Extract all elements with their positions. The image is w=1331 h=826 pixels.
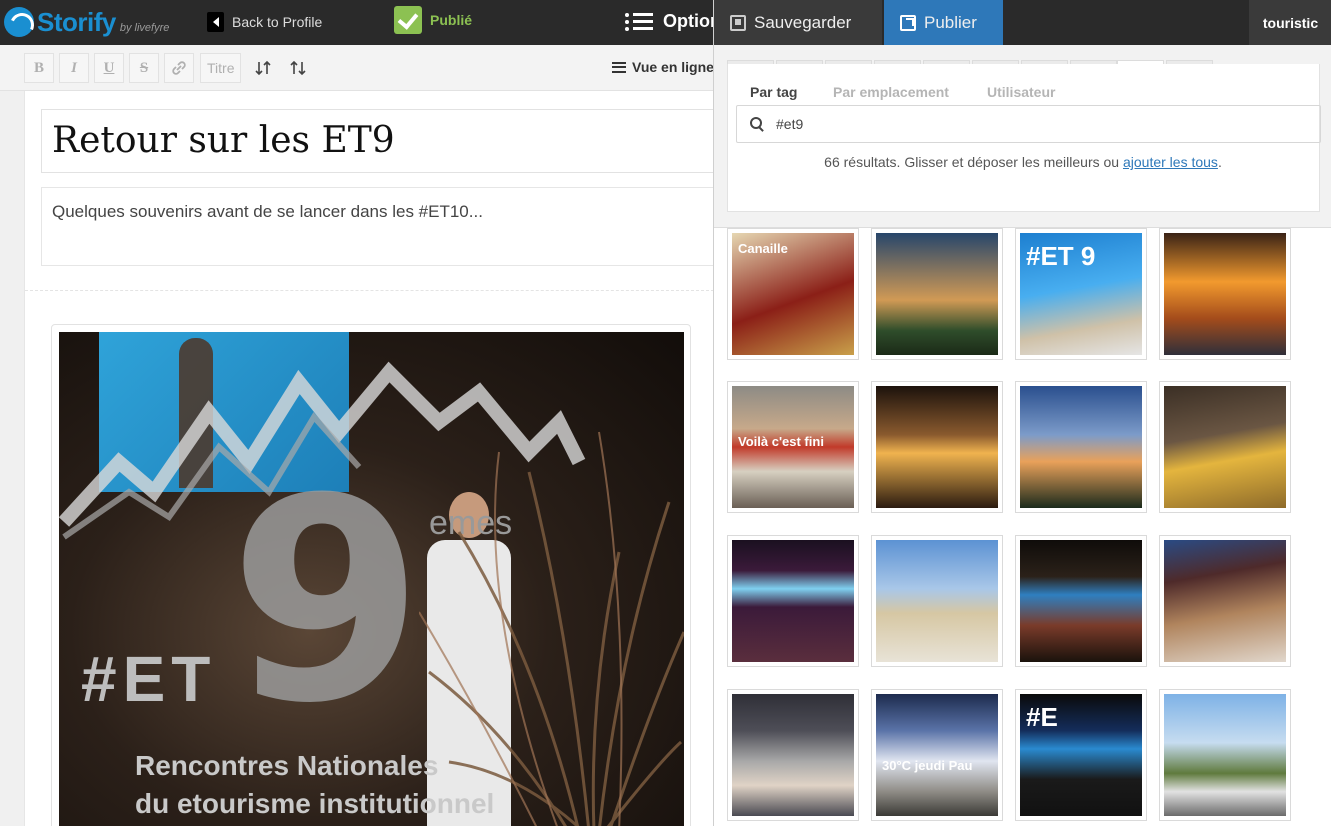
thumbnail-image: Voilà c'est fini — [732, 386, 854, 508]
thumbnail-image — [876, 540, 998, 662]
search-input-box[interactable] — [736, 105, 1321, 143]
thumbnail-image — [876, 233, 998, 355]
subtab-by-location[interactable]: Par emplacement — [833, 84, 949, 100]
instagram-result-thumbnail[interactable]: Canaille — [727, 228, 859, 360]
thumbnail-caption: Canaille — [738, 241, 788, 256]
instagram-result-thumbnail[interactable] — [1159, 535, 1291, 667]
story-title-field[interactable]: Retour sur les ET9 — [41, 109, 714, 173]
sort-arrows-reverse-icon — [290, 60, 306, 76]
instagram-result-thumbnail[interactable] — [1015, 381, 1147, 513]
story-photo: 9 emes #ET Rencontres Nationales du etou… — [59, 332, 684, 826]
inline-view-label: Vue en ligne — [632, 59, 714, 75]
published-label: Publié — [430, 12, 473, 28]
list-menu-icon — [625, 12, 653, 31]
instagram-result-thumbnail[interactable] — [871, 228, 1003, 360]
publish-tab-label: Publier — [924, 12, 977, 32]
thumbnail-caption: #ET 9 — [1026, 241, 1096, 271]
lines-icon — [612, 61, 626, 73]
results-summary: 66 résultats. Glisser et déposer les mei… — [714, 154, 1331, 170]
instagram-result-thumbnail[interactable]: #ET 9 — [1015, 228, 1147, 360]
back-to-profile-link[interactable]: Back to Profile — [207, 12, 322, 32]
strikethrough-button[interactable]: S — [129, 53, 159, 83]
link-button[interactable] — [164, 53, 194, 83]
panel-tabs: Sauvegarder Publier touristic — [714, 0, 1331, 45]
results-count-text: 66 résultats. Glisser et déposer les mei… — [824, 154, 1123, 170]
storify-logo-icon — [4, 7, 34, 37]
instagram-result-thumbnail[interactable] — [1159, 689, 1291, 821]
instagram-result-thumbnail[interactable] — [871, 381, 1003, 513]
thumbnail-image — [876, 386, 998, 508]
thumbnail-image: #ET 9 — [1020, 233, 1142, 355]
editor-divider — [25, 290, 714, 291]
thumbnail-image — [1020, 540, 1142, 662]
search-icon — [750, 117, 764, 131]
add-all-link[interactable]: ajouter les tous — [1123, 154, 1218, 170]
save-tab-label: Sauvegarder — [754, 12, 852, 32]
instagram-result-thumbnail[interactable]: 30°C jeudi Pau — [871, 689, 1003, 821]
user-account-button[interactable]: touristic — [1249, 0, 1331, 45]
photo-et-text: #ET — [81, 643, 217, 715]
italic-button[interactable]: I — [59, 53, 89, 83]
story-element-card[interactable]: 9 emes #ET Rencontres Nationales du etou… — [51, 324, 691, 826]
media-panel: Sauvegarder Publier touristic + Stfg+You… — [713, 0, 1331, 826]
underline-button[interactable]: U — [94, 53, 124, 83]
thumbnail-image: 30°C jeudi Pau — [876, 694, 998, 816]
editor-toolbar: B I U S Titre Vue en ligne — [0, 45, 714, 91]
thumbnail-image — [1164, 694, 1286, 816]
thumbnail-image — [1020, 386, 1142, 508]
instagram-result-thumbnail[interactable]: Voilà c'est fini — [727, 381, 859, 513]
thumbnail-image: Canaille — [732, 233, 854, 355]
sort-arrows-icon — [255, 60, 271, 76]
logo-text: Storify — [37, 6, 116, 37]
instagram-result-thumbnail[interactable] — [1159, 228, 1291, 360]
story-description-field[interactable]: Quelques souvenirs avant de se lancer da… — [41, 187, 714, 266]
publish-tab[interactable]: Publier — [884, 0, 1003, 45]
instagram-result-thumbnail[interactable]: #E — [1015, 689, 1147, 821]
search-panel: Par tag Par emplacement Utilisateur — [727, 64, 1321, 212]
sort-up-down-button[interactable] — [285, 53, 311, 83]
instagram-result-thumbnail[interactable] — [727, 535, 859, 667]
photo-nine-text: 9 — [229, 439, 424, 765]
bold-button[interactable]: B — [24, 53, 54, 83]
thumbnail-image — [1164, 386, 1286, 508]
title-format-button[interactable]: Titre — [200, 53, 242, 83]
link-icon — [172, 61, 186, 75]
thumbnail-caption: 30°C jeudi Pau — [882, 758, 973, 773]
save-tab[interactable]: Sauvegarder — [714, 0, 882, 45]
thumbnail-image — [1164, 540, 1286, 662]
subtab-by-tag[interactable]: Par tag — [750, 84, 797, 100]
thumbnail-image: #E — [1020, 694, 1142, 816]
subtab-by-user[interactable]: Utilisateur — [987, 84, 1055, 100]
save-icon — [730, 14, 746, 31]
thumbnail-image — [732, 694, 854, 816]
published-status[interactable]: Publié — [394, 6, 472, 34]
sort-down-up-button[interactable] — [250, 53, 276, 83]
photo-caption-line-1: Rencontres Nationales — [135, 750, 439, 781]
logo-byline: by livefyre — [119, 22, 170, 34]
back-to-profile-label: Back to Profile — [232, 14, 323, 30]
search-input[interactable] — [776, 116, 1296, 132]
instagram-result-thumbnail[interactable] — [1159, 381, 1291, 513]
story-editor: Retour sur les ET9 Quelques souvenirs av… — [24, 91, 714, 826]
thumbnail-image — [732, 540, 854, 662]
checkmark-icon — [394, 6, 422, 34]
publish-icon — [900, 14, 916, 31]
thumbnail-caption: #E — [1026, 702, 1058, 732]
instagram-result-thumbnail[interactable] — [1015, 535, 1147, 667]
thumbnail-image — [1164, 233, 1286, 355]
results-end-text: . — [1217, 154, 1222, 170]
instagram-result-thumbnail[interactable] — [727, 689, 859, 821]
inline-view-toggle[interactable]: Vue en ligne — [612, 59, 714, 75]
storify-logo[interactable]: Storify by livefyre — [4, 6, 169, 38]
back-arrow-icon — [207, 12, 224, 32]
photo-plant-leaves — [419, 431, 684, 826]
thumbnail-caption: Voilà c'est fini — [738, 434, 824, 449]
results-grid: Canaille #ET 9 Voilà c'est fini 30°C jeudi … — [727, 228, 1331, 826]
instagram-result-thumbnail[interactable] — [871, 535, 1003, 667]
